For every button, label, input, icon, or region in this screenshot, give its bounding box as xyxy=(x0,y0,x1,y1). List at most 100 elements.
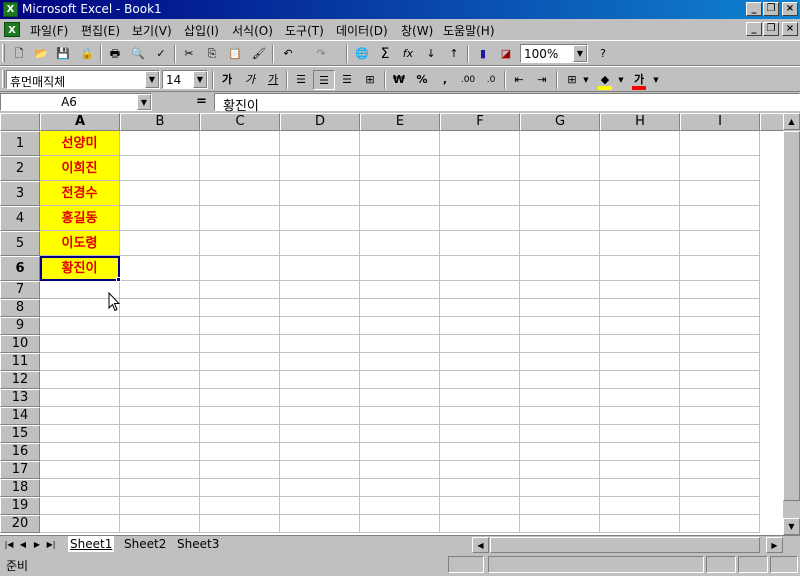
row-header-17[interactable]: 17 xyxy=(0,461,40,479)
cell-c19[interactable] xyxy=(200,497,280,515)
cell-d4[interactable] xyxy=(280,206,360,231)
cell-c15[interactable] xyxy=(200,425,280,443)
cell-d16[interactable] xyxy=(280,443,360,461)
cell-b14[interactable] xyxy=(120,407,200,425)
cell-e1[interactable] xyxy=(360,131,440,156)
row-header-20[interactable]: 20 xyxy=(0,515,40,533)
cell-i19[interactable] xyxy=(680,497,760,515)
cell-f17[interactable] xyxy=(440,461,520,479)
cell-h8[interactable] xyxy=(600,299,680,317)
cell-e20[interactable] xyxy=(360,515,440,533)
cell-g1[interactable] xyxy=(520,131,600,156)
open-icon[interactable]: 📂 xyxy=(30,44,52,64)
cell-i17[interactable] xyxy=(680,461,760,479)
cell-c16[interactable] xyxy=(200,443,280,461)
row-header-18[interactable]: 18 xyxy=(0,479,40,497)
cell-g19[interactable] xyxy=(520,497,600,515)
print-preview-icon[interactable]: 🔍 xyxy=(127,44,149,64)
cell-i15[interactable] xyxy=(680,425,760,443)
cell-h17[interactable] xyxy=(600,461,680,479)
cell-b15[interactable] xyxy=(120,425,200,443)
menu-window[interactable]: 창(W) xyxy=(401,22,433,39)
toolbar-grip[interactable] xyxy=(2,44,5,62)
cell-e9[interactable] xyxy=(360,317,440,335)
cell-c12[interactable] xyxy=(200,371,280,389)
column-header-e[interactable]: E xyxy=(360,113,440,131)
menu-file[interactable]: 파일(F) xyxy=(30,22,68,39)
row-header-14[interactable]: 14 xyxy=(0,407,40,425)
cell-f2[interactable] xyxy=(440,156,520,181)
decrease-decimal-button[interactable]: .0 xyxy=(480,70,502,90)
cell-i4[interactable] xyxy=(680,206,760,231)
chevron-down-icon[interactable]: ▼ xyxy=(137,94,151,110)
cell-c9[interactable] xyxy=(200,317,280,335)
cell-g20[interactable] xyxy=(520,515,600,533)
last-sheet-icon[interactable]: ▶| xyxy=(45,537,57,552)
cell-f8[interactable] xyxy=(440,299,520,317)
chevron-down-icon[interactable]: ▼ xyxy=(145,71,159,88)
next-sheet-icon[interactable]: ▶ xyxy=(31,537,43,552)
column-header-g[interactable]: G xyxy=(520,113,600,131)
cell-i20[interactable] xyxy=(680,515,760,533)
sheet-tab-sheet2[interactable]: Sheet2 xyxy=(122,536,168,552)
formula-equals-button[interactable]: = xyxy=(196,94,207,109)
cell-f19[interactable] xyxy=(440,497,520,515)
prev-sheet-icon[interactable]: ◀ xyxy=(17,537,29,552)
cell-h15[interactable] xyxy=(600,425,680,443)
cell-a16[interactable] xyxy=(40,443,120,461)
cell-c17[interactable] xyxy=(200,461,280,479)
cell-a9[interactable] xyxy=(40,317,120,335)
cell-b16[interactable] xyxy=(120,443,200,461)
cell-g17[interactable] xyxy=(520,461,600,479)
format-painter-icon[interactable]: 🖌 xyxy=(248,44,270,64)
sort-descending-icon[interactable]: ↑ xyxy=(443,44,465,64)
cell-g18[interactable] xyxy=(520,479,600,497)
cell-h9[interactable] xyxy=(600,317,680,335)
cell-e14[interactable] xyxy=(360,407,440,425)
cell-b17[interactable] xyxy=(120,461,200,479)
cell-d13[interactable] xyxy=(280,389,360,407)
cell-b12[interactable] xyxy=(120,371,200,389)
cell-e13[interactable] xyxy=(360,389,440,407)
row-header-4[interactable]: 4 xyxy=(0,206,40,231)
cell-a13[interactable] xyxy=(40,389,120,407)
cell-e7[interactable] xyxy=(360,281,440,299)
cell-g4[interactable] xyxy=(520,206,600,231)
restore-button[interactable]: ❐ xyxy=(763,2,779,16)
cell-d18[interactable] xyxy=(280,479,360,497)
cell-d6[interactable] xyxy=(280,256,360,281)
cell-d10[interactable] xyxy=(280,335,360,353)
cell-a17[interactable] xyxy=(40,461,120,479)
cell-b13[interactable] xyxy=(120,389,200,407)
menu-help[interactable]: 도움말(H) xyxy=(443,22,495,39)
row-header-2[interactable]: 2 xyxy=(0,156,40,181)
cell-a2[interactable]: 이희진 xyxy=(40,156,120,181)
cell-c18[interactable] xyxy=(200,479,280,497)
cell-g10[interactable] xyxy=(520,335,600,353)
cell-g14[interactable] xyxy=(520,407,600,425)
cell-c20[interactable] xyxy=(200,515,280,533)
chart-wizard-icon[interactable]: ▮ xyxy=(472,44,494,64)
paste-icon[interactable]: 📋 xyxy=(224,44,246,64)
font-name-combo[interactable]: 휴먼매직체 ▼ xyxy=(6,70,160,89)
cell-h4[interactable] xyxy=(600,206,680,231)
cell-e5[interactable] xyxy=(360,231,440,256)
cell-c1[interactable] xyxy=(200,131,280,156)
cell-i16[interactable] xyxy=(680,443,760,461)
cell-h3[interactable] xyxy=(600,181,680,206)
workbook-icon[interactable]: X xyxy=(4,22,20,37)
zoom-combo[interactable]: 100% ▼ xyxy=(520,44,588,63)
cell-i6[interactable] xyxy=(680,256,760,281)
cell-i5[interactable] xyxy=(680,231,760,256)
increase-indent-icon[interactable]: ⇥ xyxy=(531,70,553,90)
cell-h20[interactable] xyxy=(600,515,680,533)
cell-b2[interactable] xyxy=(120,156,200,181)
cell-d20[interactable] xyxy=(280,515,360,533)
cell-d3[interactable] xyxy=(280,181,360,206)
cell-b3[interactable] xyxy=(120,181,200,206)
row-header-10[interactable]: 10 xyxy=(0,335,40,353)
cell-b7[interactable] xyxy=(120,281,200,299)
cell-c3[interactable] xyxy=(200,181,280,206)
cell-d17[interactable] xyxy=(280,461,360,479)
row-header-5[interactable]: 5 xyxy=(0,231,40,256)
